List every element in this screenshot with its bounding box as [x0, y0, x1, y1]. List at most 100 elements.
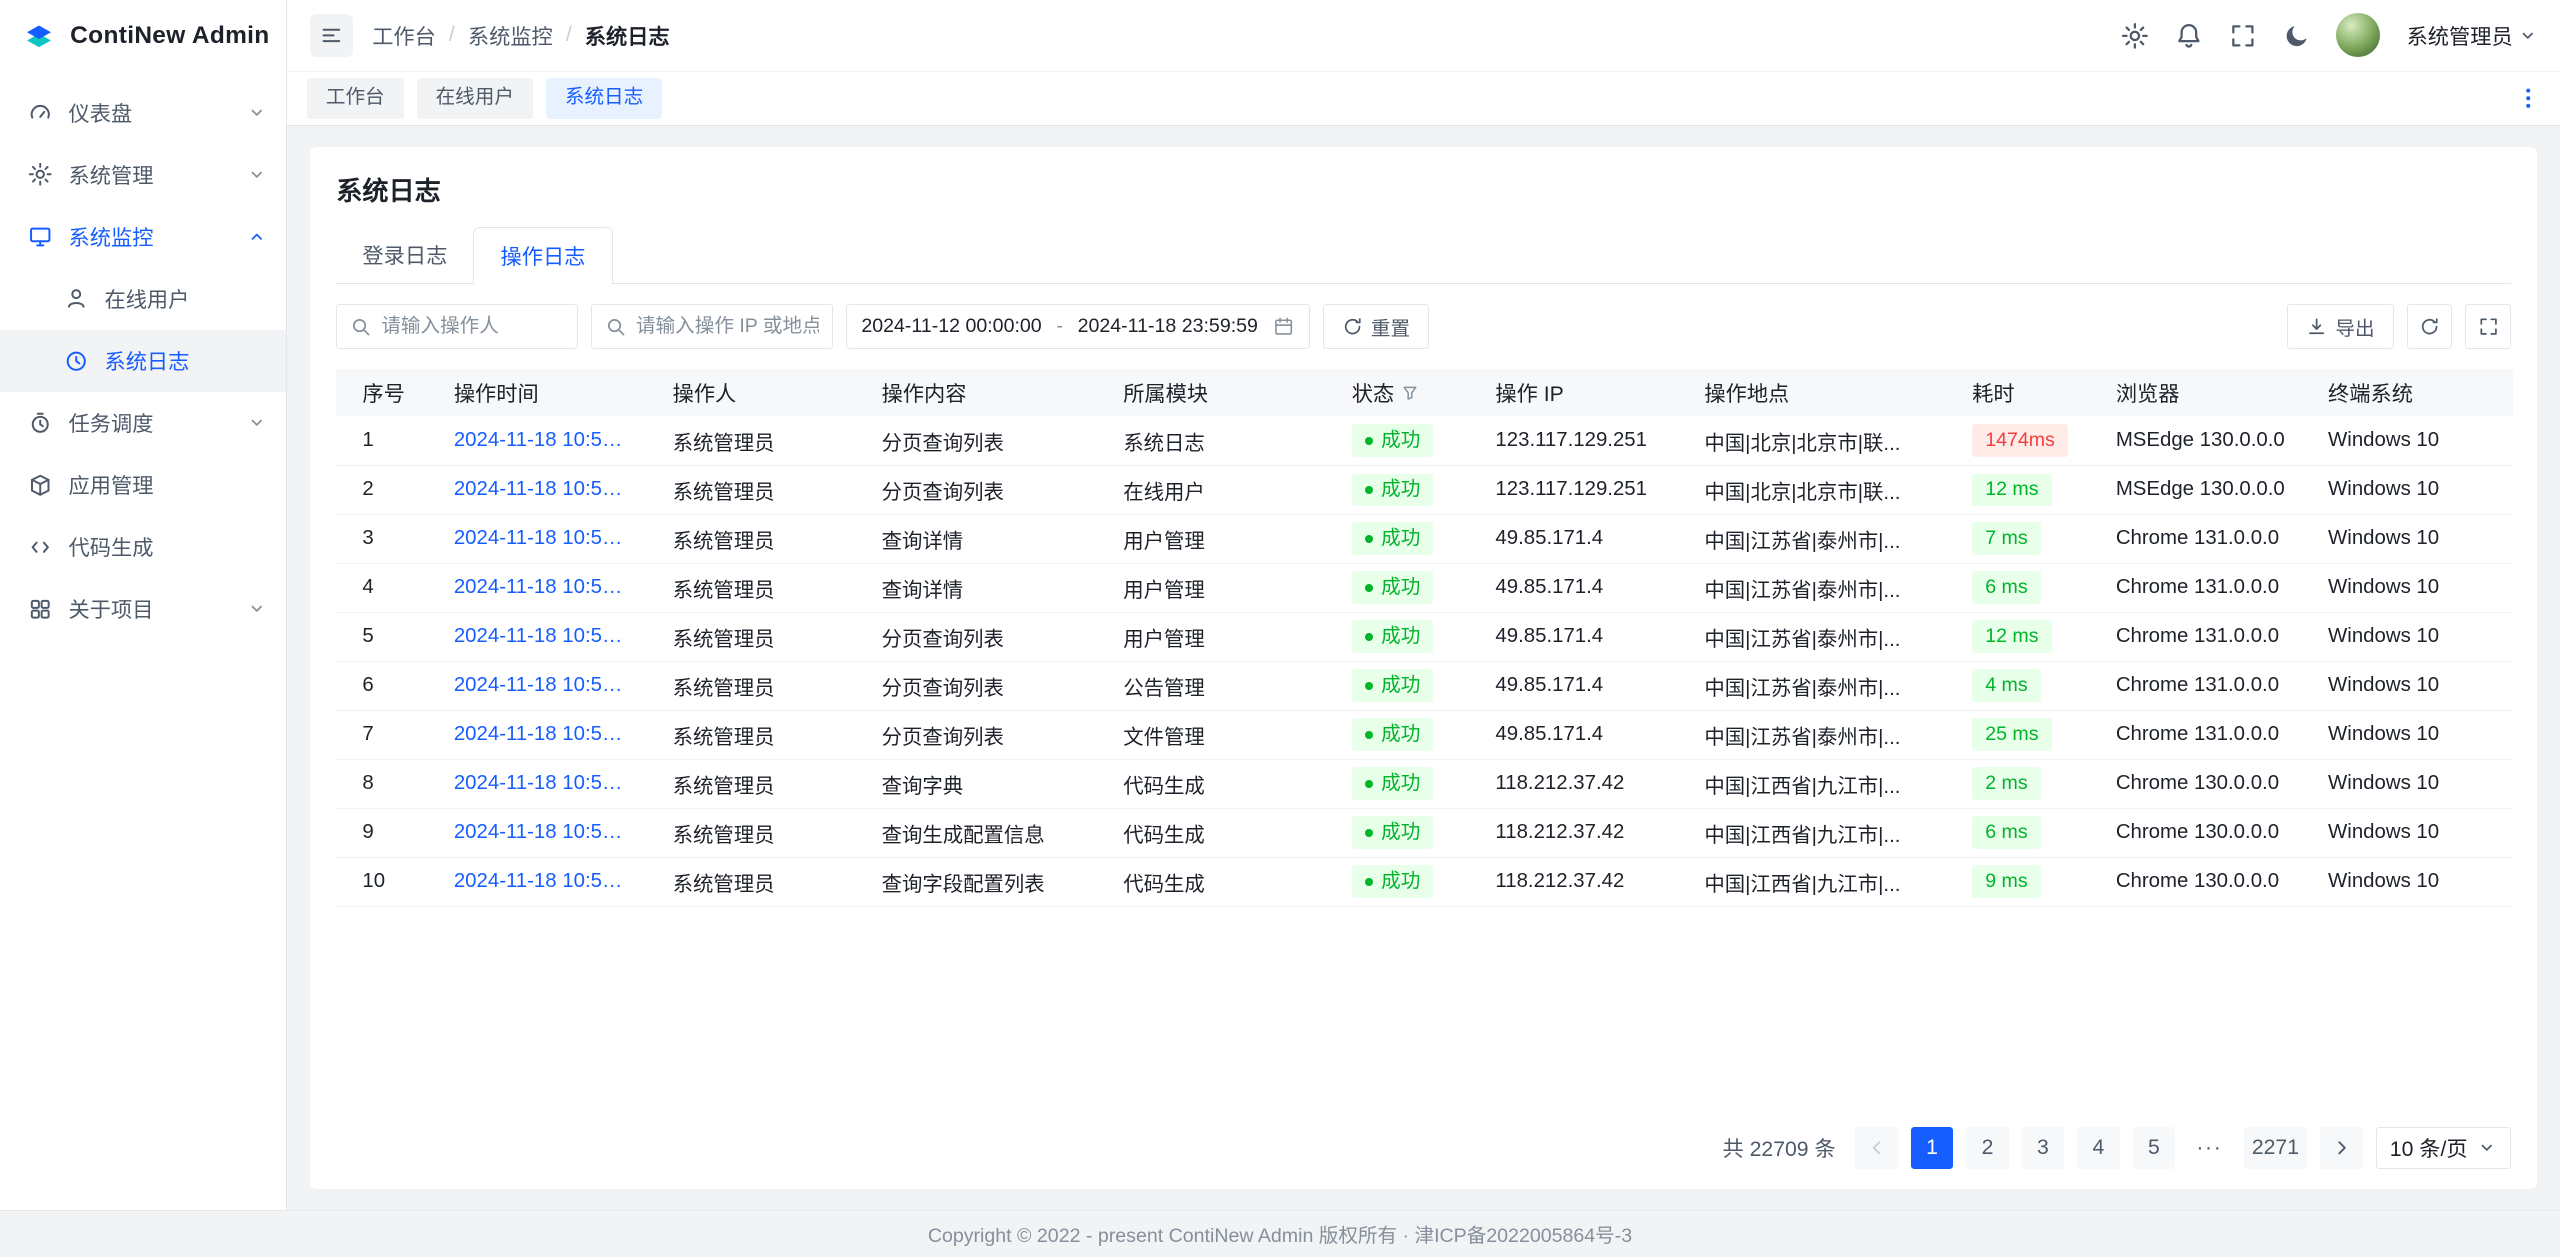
duration-badge: 12 ms: [1972, 620, 2051, 653]
breadcrumb-item[interactable]: 系统监控: [468, 20, 553, 51]
duration-badge: 1474ms: [1972, 424, 2068, 457]
status-badge: 成功: [1352, 865, 1434, 898]
tab-login-log[interactable]: 登录日志: [336, 227, 473, 283]
duration-badge: 6 ms: [1972, 816, 2041, 849]
sidebar-collapse-button[interactable]: [310, 14, 352, 56]
cell-browser: Chrome 130.0.0.0: [2096, 759, 2308, 808]
cell-time-link[interactable]: 2024-11-18 10:52:12: [434, 514, 653, 563]
more-vertical-icon[interactable]: [2516, 86, 2540, 110]
gauge-icon: [28, 100, 52, 124]
pagination-page-button[interactable]: 5: [2133, 1127, 2175, 1169]
log-type-tabs: 登录日志 操作日志: [336, 227, 2511, 284]
user-avatar[interactable]: [2336, 13, 2380, 57]
page-tab-workbench[interactable]: 工作台: [307, 78, 404, 119]
chevron-up-icon: [247, 227, 267, 247]
cell-time-link[interactable]: 2024-11-18 10:51:50: [434, 759, 653, 808]
cell-operator: 系统管理员: [653, 661, 862, 710]
page-size-select[interactable]: 10 条/页: [2376, 1127, 2511, 1169]
duration-badge: 6 ms: [1972, 571, 2041, 604]
breadcrumb-item[interactable]: 工作台: [372, 20, 436, 51]
pagination-page-button[interactable]: 2271: [2244, 1127, 2308, 1169]
cell-status: 成功: [1332, 465, 1476, 514]
pagination-total: 共 22709 条: [1722, 1132, 1835, 1163]
cell-status: 成功: [1332, 563, 1476, 612]
cell-duration: 4 ms: [1953, 661, 2097, 710]
cell-module: 用户管理: [1104, 563, 1333, 612]
cell-os: Windows 10: [2308, 514, 2512, 563]
settings-icon[interactable]: [2121, 22, 2149, 50]
cell-duration: 6 ms: [1953, 808, 2097, 857]
status-dot: [1365, 682, 1373, 690]
log-table: 序号 操作时间 操作人 操作内容 所属模块 状态: [336, 369, 2512, 907]
cell-module: 代码生成: [1104, 759, 1333, 808]
page-tab-online-users[interactable]: 在线用户: [417, 78, 533, 119]
col-time: 操作时间: [434, 369, 653, 416]
table-row: 10 2024-11-18 10:51:49 系统管理员 查询字段配置列表 代码…: [336, 857, 2512, 906]
cell-browser: MSEdge 130.0.0.0: [2096, 416, 2308, 465]
logo-icon: [21, 18, 57, 54]
sidebar-item-online-users[interactable]: 在线用户: [0, 268, 286, 330]
sidebar-item-task-scheduling[interactable]: 任务调度: [0, 392, 286, 454]
page-footer: Copyright © 2022 - present ContiNew Admi…: [0, 1210, 2560, 1257]
cell-index: 2: [336, 465, 434, 514]
cell-time-link[interactable]: 2024-11-18 10:51:52: [434, 710, 653, 759]
sidebar-item-system-monitor[interactable]: 系统监控: [0, 206, 286, 268]
reset-button[interactable]: 重置: [1323, 304, 1429, 350]
operator-search-input[interactable]: [381, 315, 564, 338]
sidebar-item-about-project[interactable]: 关于项目: [0, 578, 286, 640]
cell-time-link[interactable]: 2024-11-18 10:51:49: [434, 808, 653, 857]
pagination-page-button[interactable]: 1: [1911, 1127, 1953, 1169]
operator-search-field[interactable]: [336, 304, 578, 350]
sidebar-item-app-management[interactable]: 应用管理: [0, 454, 286, 516]
fullscreen-icon[interactable]: [2229, 22, 2257, 50]
status-badge: 成功: [1352, 424, 1434, 457]
table-refresh-button[interactable]: [2407, 304, 2453, 350]
page-tabs-bar: 工作台 在线用户 系统日志: [287, 72, 2560, 126]
cell-duration: 25 ms: [1953, 710, 2097, 759]
breadcrumb-current: 系统日志: [585, 20, 670, 51]
cell-os: Windows 10: [2308, 612, 2512, 661]
cell-time-link[interactable]: 2024-11-18 10:51:53: [434, 661, 653, 710]
cell-content: 分页查询列表: [862, 710, 1104, 759]
cell-index: 3: [336, 514, 434, 563]
cell-ip: 49.85.171.4: [1476, 710, 1685, 759]
cell-time-link[interactable]: 2024-11-18 10:51:55: [434, 612, 653, 661]
pagination: 共 22709 条 1 2 3 4 5 ··· 2271: [336, 1107, 2511, 1169]
app-logo[interactable]: ContiNew Admin: [0, 0, 286, 72]
ip-search-field[interactable]: [591, 304, 833, 350]
sidebar-item-code-generation[interactable]: 代码生成: [0, 516, 286, 578]
filter-funnel-icon[interactable]: [1401, 384, 1419, 402]
ip-search-input[interactable]: [636, 315, 819, 338]
cell-time-link[interactable]: 2024-11-18 10:52:05: [434, 563, 653, 612]
cell-os: Windows 10: [2308, 808, 2512, 857]
cell-time-link[interactable]: 2024-11-18 10:52:55: [434, 416, 653, 465]
pagination-next-button[interactable]: [2320, 1127, 2362, 1169]
cell-location: 中国|江苏省|泰州市|...: [1685, 710, 1953, 759]
cell-operator: 系统管理员: [653, 465, 862, 514]
chevron-down-icon: [247, 599, 267, 619]
page-tab-system-log[interactable]: 系统日志: [546, 78, 662, 119]
export-button[interactable]: 导出: [2287, 304, 2393, 350]
sidebar-item-system-management[interactable]: 系统管理: [0, 144, 286, 206]
col-operator: 操作人: [653, 369, 862, 416]
cell-os: Windows 10: [2308, 661, 2512, 710]
cell-time-link[interactable]: 2024-11-18 10:52:47: [434, 465, 653, 514]
dark-mode-moon-icon[interactable]: [2283, 22, 2311, 50]
cell-os: Windows 10: [2308, 710, 2512, 759]
table-row: 7 2024-11-18 10:51:52 系统管理员 分页查询列表 文件管理 …: [336, 710, 2512, 759]
sidebar-item-system-log[interactable]: 系统日志: [0, 330, 286, 392]
table-row: 2 2024-11-18 10:52:47 系统管理员 分页查询列表 在线用户 …: [336, 465, 2512, 514]
pagination-prev-button[interactable]: [1855, 1127, 1897, 1169]
pagination-page-button[interactable]: 3: [2022, 1127, 2064, 1169]
cell-time-link[interactable]: 2024-11-18 10:51:49: [434, 857, 653, 906]
table-fullscreen-button[interactable]: [2465, 304, 2511, 350]
cell-index: 4: [336, 563, 434, 612]
sidebar-item-dashboard[interactable]: 仪表盘: [0, 82, 286, 144]
pagination-page-button[interactable]: 2: [1966, 1127, 2008, 1169]
user-menu[interactable]: 系统管理员: [2407, 20, 2538, 51]
tab-operation-log[interactable]: 操作日志: [473, 227, 612, 284]
pagination-page-button[interactable]: 4: [2077, 1127, 2119, 1169]
bell-icon[interactable]: [2175, 22, 2203, 50]
pagination-more-button[interactable]: ···: [2188, 1127, 2230, 1169]
date-range-picker[interactable]: 2024-11-12 00:00:00 - 2024-11-18 23:59:5…: [846, 304, 1310, 350]
